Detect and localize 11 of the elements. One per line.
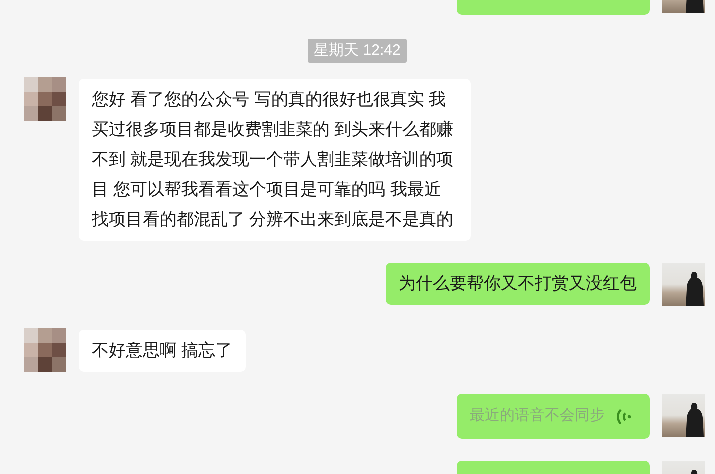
voice-message-bubble[interactable]: 最近的语音不会同步: [457, 394, 650, 439]
avatar-photo[interactable]: [662, 394, 705, 437]
voice-message-text: 最近的语音不会同步: [470, 406, 605, 426]
timestamp: 星期天 12:42: [308, 39, 407, 63]
voice-wave-icon: [616, 406, 632, 426]
avatar-photo[interactable]: [662, 263, 705, 306]
avatar-photo[interactable]: [24, 77, 66, 121]
message-bubble: 为什么要帮你又不打赏又没红包: [386, 263, 650, 305]
message-bubble: 您好 看了您的公众号 写的真的很好也很真实 我买过很多项目都是收费割韭菜的 到头来什么都赚不到 就是现在我发现一个带人割韭菜做培训的项目 您可以帮我看看这个项目是可靠的吗 我最近找项目看的都混乱了 分辨不出来到底是不是真的: [79, 79, 471, 241]
message-bubble: 不好意思啊 搞忘了: [79, 330, 246, 372]
avatar-photo[interactable]: [24, 328, 66, 372]
